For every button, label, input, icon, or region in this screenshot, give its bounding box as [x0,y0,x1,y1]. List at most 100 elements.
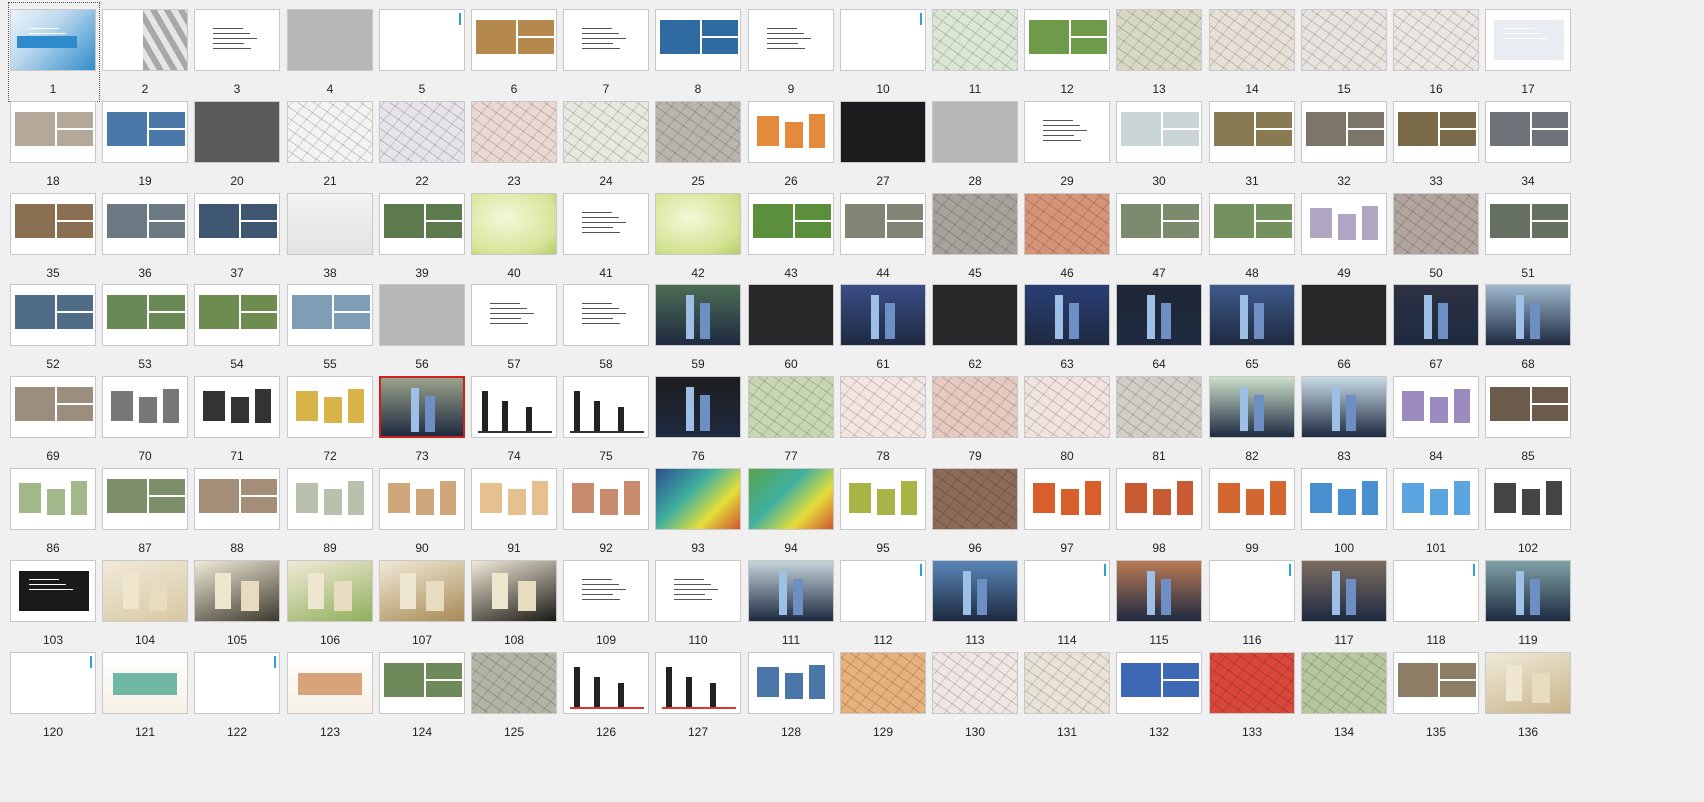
slide-thumbnail-59[interactable]: 59 [653,277,745,377]
slide-thumbnail-30[interactable]: 30 [1114,94,1206,194]
slide-thumbnail-58[interactable]: 58 [561,277,653,377]
slide-thumbnail-135[interactable]: 135 [1391,645,1483,745]
slide-thumbnail-28[interactable]: 28 [930,94,1022,194]
slide-thumbnail-4[interactable]: 4 [285,2,377,102]
slide-thumbnail-75[interactable]: 75 [561,369,653,469]
slide-thumbnail-10[interactable]: 10 [838,2,930,102]
slide-thumbnail-2[interactable]: 2 [100,2,192,102]
slide-thumbnail-50[interactable]: 50 [1391,186,1483,286]
slide-thumbnail-53[interactable]: 53 [100,277,192,377]
slide-thumbnail-77[interactable]: 77 [746,369,838,469]
slide-thumbnail-91[interactable]: 91 [469,461,561,561]
slide-thumbnail-118[interactable]: 118 [1391,553,1483,653]
slide-thumbnail-47[interactable]: 47 [1114,186,1206,286]
slide-thumbnail-26[interactable]: 26 [746,94,838,194]
slide-thumbnail-95[interactable]: 95 [838,461,930,561]
slide-thumbnail-98[interactable]: 98 [1114,461,1206,561]
slide-thumbnail-74[interactable]: 74 [469,369,561,469]
slide-thumbnail-76[interactable]: 76 [653,369,745,469]
slide-thumbnail-130[interactable]: 130 [930,645,1022,745]
slide-thumbnail-43[interactable]: 43 [746,186,838,286]
slide-thumbnail-88[interactable]: 88 [192,461,284,561]
slide-thumbnail-124[interactable]: 124 [377,645,469,745]
slide-thumbnail-132[interactable]: 132 [1114,645,1206,745]
slide-thumbnail-72[interactable]: 72 [285,369,377,469]
slide-thumbnail-21[interactable]: 21 [285,94,377,194]
slide-thumbnail-109[interactable]: 109 [561,553,653,653]
slide-thumbnail-120[interactable]: 120 [8,645,100,745]
slide-thumbnail-121[interactable]: 121 [100,645,192,745]
slide-thumbnail-85[interactable]: 85 [1483,369,1575,469]
slide-thumbnail-67[interactable]: 67 [1391,277,1483,377]
slide-thumbnail-84[interactable]: 84 [1391,369,1483,469]
slide-thumbnail-38[interactable]: 38 [285,186,377,286]
slide-thumbnail-7[interactable]: 7 [561,2,653,102]
slide-thumbnail-5[interactable]: 5 [377,2,469,102]
slide-thumbnail-87[interactable]: 87 [100,461,192,561]
slide-thumbnail-13[interactable]: 13 [1114,2,1206,102]
slide-thumbnail-128[interactable]: 128 [746,645,838,745]
slide-thumbnail-123[interactable]: 123 [285,645,377,745]
slide-thumbnail-27[interactable]: 27 [838,94,930,194]
slide-thumbnail-80[interactable]: 80 [1022,369,1114,469]
slide-thumbnail-44[interactable]: 44 [838,186,930,286]
slide-thumbnail-78[interactable]: 78 [838,369,930,469]
slide-thumbnail-16[interactable]: 16 [1391,2,1483,102]
slide-thumbnail-1[interactable]: 1 [8,2,100,102]
slide-thumbnail-64[interactable]: 64 [1114,277,1206,377]
slide-thumbnail-60[interactable]: 60 [746,277,838,377]
slide-thumbnail-83[interactable]: 83 [1299,369,1391,469]
slide-thumbnail-46[interactable]: 46 [1022,186,1114,286]
slide-thumbnail-103[interactable]: 103 [8,553,100,653]
slide-thumbnail-79[interactable]: 79 [930,369,1022,469]
slide-thumbnail-66[interactable]: 66 [1299,277,1391,377]
slide-thumbnail-29[interactable]: 29 [1022,94,1114,194]
slide-thumbnail-34[interactable]: 34 [1483,94,1575,194]
slide-thumbnail-45[interactable]: 45 [930,186,1022,286]
slide-thumbnail-93[interactable]: 93 [653,461,745,561]
slide-thumbnail-18[interactable]: 18 [8,94,100,194]
slide-thumbnail-111[interactable]: 111 [746,553,838,653]
slide-thumbnail-36[interactable]: 36 [100,186,192,286]
slide-thumbnail-126[interactable]: 126 [561,645,653,745]
slide-thumbnail-33[interactable]: 33 [1391,94,1483,194]
slide-thumbnail-108[interactable]: 108 [469,553,561,653]
slide-thumbnail-127[interactable]: 127 [653,645,745,745]
slide-thumbnail-90[interactable]: 90 [377,461,469,561]
slide-thumbnail-136[interactable]: 136 [1483,645,1575,745]
slide-thumbnail-61[interactable]: 61 [838,277,930,377]
slide-thumbnail-122[interactable]: 122 [192,645,284,745]
slide-thumbnail-35[interactable]: 35 [8,186,100,286]
slide-thumbnail-57[interactable]: 57 [469,277,561,377]
slide-thumbnail-104[interactable]: 104 [100,553,192,653]
slide-thumbnail-22[interactable]: 22 [377,94,469,194]
slide-thumbnail-56[interactable]: 56 [377,277,469,377]
slide-thumbnail-9[interactable]: 9 [746,2,838,102]
slide-thumbnail-102[interactable]: 102 [1483,461,1575,561]
slide-thumbnail-40[interactable]: 40 [469,186,561,286]
slide-thumbnail-8[interactable]: 8 [653,2,745,102]
slide-thumbnail-134[interactable]: 134 [1299,645,1391,745]
slide-thumbnail-113[interactable]: 113 [930,553,1022,653]
slide-thumbnail-51[interactable]: 51 [1483,186,1575,286]
slide-thumbnail-15[interactable]: 15 [1299,2,1391,102]
slide-thumbnail-3[interactable]: 3 [192,2,284,102]
slide-thumbnail-37[interactable]: 37 [192,186,284,286]
slide-thumbnail-106[interactable]: 106 [285,553,377,653]
slide-thumbnail-81[interactable]: 81 [1114,369,1206,469]
slide-thumbnail-52[interactable]: 52 [8,277,100,377]
slide-thumbnail-39[interactable]: 39 [377,186,469,286]
slide-thumbnail-24[interactable]: 24 [561,94,653,194]
slide-thumbnail-125[interactable]: 125 [469,645,561,745]
slide-thumbnail-20[interactable]: 20 [192,94,284,194]
slide-thumbnail-25[interactable]: 25 [653,94,745,194]
slide-thumbnail-105[interactable]: 105 [192,553,284,653]
slide-thumbnail-73[interactable]: 73 [377,369,469,469]
slide-thumbnail-86[interactable]: 86 [8,461,100,561]
slide-thumbnail-6[interactable]: 6 [469,2,561,102]
slide-thumbnail-94[interactable]: 94 [746,461,838,561]
slide-thumbnail-63[interactable]: 63 [1022,277,1114,377]
slide-thumbnail-68[interactable]: 68 [1483,277,1575,377]
slide-thumbnail-114[interactable]: 114 [1022,553,1114,653]
slide-thumbnail-89[interactable]: 89 [285,461,377,561]
